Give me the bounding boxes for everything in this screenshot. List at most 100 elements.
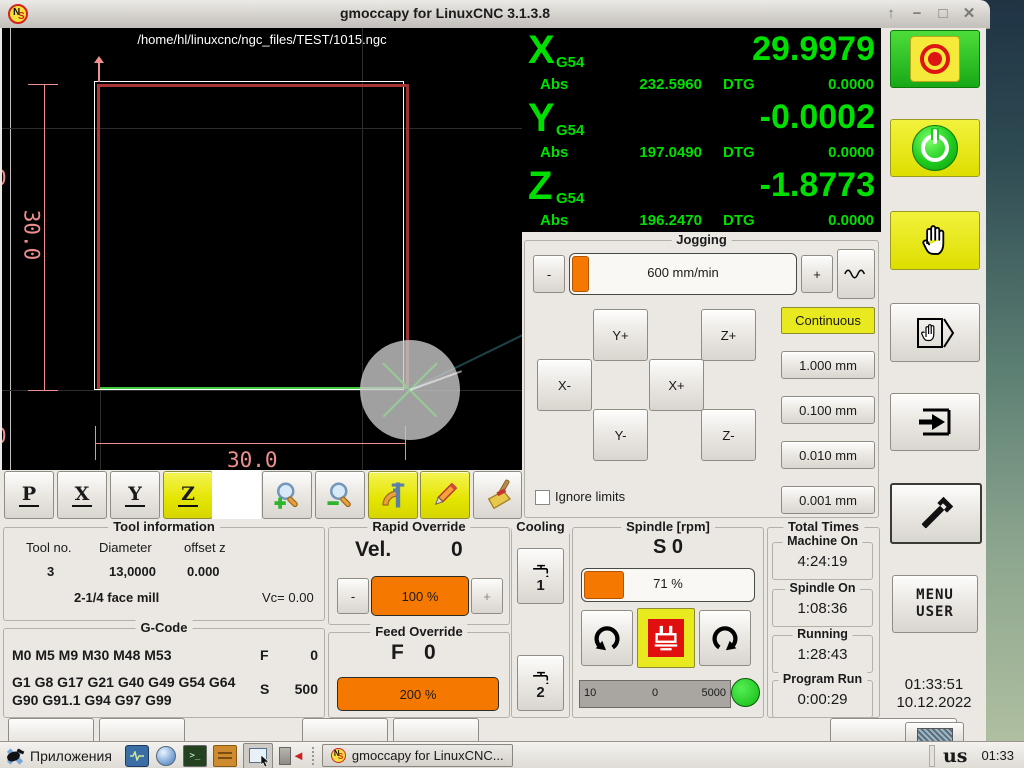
desktop-pager-icon[interactable] (242, 742, 273, 768)
task-app-icon: N S (330, 748, 346, 763)
running-value: 1:28:43 (797, 646, 848, 663)
minus-label: - (546, 266, 552, 282)
view-y-button[interactable]: Y (110, 471, 160, 519)
jog-y-minus-button[interactable]: Y- (593, 409, 648, 461)
view-z-button[interactable]: Z (163, 471, 213, 519)
logout-icon[interactable]: ◄ (278, 746, 305, 766)
rapid-percent: 100 % (401, 588, 439, 604)
mdi-icon (917, 317, 955, 348)
gcode-preview-canvas[interactable]: /home/hl/linuxcnc/ngc_files/TEST/1015.ng… (2, 28, 522, 470)
s-label: S (260, 681, 270, 697)
dimensions-button[interactable] (368, 471, 418, 519)
total-times-frame: Total Times Machine On 4:24:19 Spindle O… (767, 519, 880, 718)
jog-x-plus-button[interactable]: X+ (649, 359, 704, 411)
spindle-override-slider[interactable]: 71 % (581, 568, 755, 602)
faucet-icon (532, 564, 549, 577)
spindle-title: Spindle [rpm] (621, 519, 715, 534)
system-monitor-icon[interactable] (124, 744, 149, 767)
turbo-jog-button[interactable] (837, 249, 875, 299)
jog-z-minus-button[interactable]: Z- (701, 409, 756, 461)
dim-tick-left (95, 426, 96, 460)
dro-x-system: G54 (556, 54, 585, 71)
spindle-ccw-icon (594, 626, 620, 651)
maximize-button[interactable]: □ (932, 4, 954, 24)
dro-y-dtg-value: 0.0000 (828, 144, 874, 161)
ignore-limits-checkbox[interactable] (535, 490, 550, 505)
tool-info-title: Tool information (108, 519, 220, 534)
spindle-at-speed-led (731, 678, 760, 707)
dro-z-dtg-label: DTG (723, 212, 755, 229)
spindle-s-value: S 0 (652, 536, 684, 558)
taskbar-separator (311, 746, 318, 765)
feed-override-bar[interactable]: 200 % (337, 677, 499, 711)
ignore-limits-label: Ignore limits (555, 489, 626, 504)
machine-on-button[interactable] (890, 119, 980, 177)
jog-speed-plus-button[interactable]: + (801, 255, 833, 293)
flood-label: 2 (536, 683, 545, 701)
jog-x-plus-label: X+ (668, 377, 685, 393)
dro-row-x[interactable]: X G54 29.9979 Abs 232.5960 DTG 0.0000 (522, 28, 881, 96)
dro-x-abs-label: Abs (540, 76, 569, 93)
mdi-mode-button[interactable] (890, 303, 980, 362)
increment-1mm-button[interactable]: 1.000 mm (781, 351, 875, 379)
manual-mode-button[interactable] (890, 211, 980, 270)
zoom-in-button[interactable] (262, 471, 312, 519)
jog-x-minus-button[interactable]: X- (537, 359, 592, 411)
zoom-out-button[interactable] (315, 471, 365, 519)
auto-mode-button[interactable] (890, 393, 980, 451)
shade-button[interactable]: ↑ (880, 4, 902, 24)
spindle-ccw-button[interactable] (581, 610, 633, 666)
offset-z-header: offset z (184, 540, 226, 555)
keyboard-layout-indicator[interactable]: us (928, 744, 967, 767)
clipped-zero-bottom: 0 (2, 424, 7, 448)
increment-01mm-button[interactable]: 0.100 mm (781, 396, 875, 424)
increment-001mm-button[interactable]: 0.010 mm (781, 441, 875, 469)
machine-on-frame: Machine On 4:24:19 (772, 534, 873, 580)
user-menu-button[interactable]: MENU USER (892, 575, 978, 633)
dro-x-dtg-value: 0.0000 (828, 76, 874, 93)
increment-0001mm-button[interactable]: 0.001 mm (781, 486, 875, 514)
view-y-label: Y (125, 483, 145, 507)
dim-tick-bottom (28, 390, 58, 391)
file-manager-icon[interactable] (212, 744, 237, 767)
increment-continuous-button[interactable]: Continuous (781, 307, 875, 334)
window-titlebar[interactable]: N S gmoccapy for LinuxCNC 3.1.3.8 ↑ − □ … (0, 0, 990, 29)
menu-label-line1: MENU (916, 587, 954, 603)
clear-plot-button[interactable] (473, 471, 522, 519)
dro-row-z[interactable]: Z G54 -1.8773 Abs 196.2470 DTG 0.0000 (522, 164, 881, 232)
pencil-icon (434, 482, 458, 506)
settings-button[interactable] (890, 483, 982, 544)
terminal-icon[interactable]: >_ (182, 744, 207, 767)
spindle-cw-icon (712, 626, 738, 651)
dro-row-y[interactable]: Y G54 -0.0002 Abs 197.0490 DTG 0.0000 (522, 96, 881, 164)
taskbar-clock: 01:33 (981, 748, 1014, 763)
view-p-button[interactable]: P (4, 471, 54, 519)
dro-y-dtg-label: DTG (723, 144, 755, 161)
jog-z-plus-button[interactable]: Z+ (701, 309, 756, 361)
rapid-plus-button[interactable]: + (471, 578, 503, 614)
draw-path-button[interactable] (420, 471, 470, 519)
close-button[interactable]: ✕ (958, 4, 980, 24)
mist-button[interactable]: 1 (517, 548, 564, 604)
applications-menu-icon[interactable] (3, 746, 27, 766)
applications-menu-label[interactable]: Приложения (30, 748, 112, 764)
jog-y-minus-label: Y- (614, 427, 627, 443)
jog-z-minus-label: Z- (722, 427, 735, 443)
rapid-override-bar[interactable]: 100 % (371, 576, 469, 616)
dro-z-abs-value: 196.2470 (639, 212, 702, 229)
jog-speed-minus-button[interactable]: - (533, 255, 565, 293)
flood-button[interactable]: 2 (517, 655, 564, 711)
taskbar-task-button[interactable]: N S gmoccapy for LinuxCNC... (321, 744, 513, 767)
spindle-cw-button[interactable] (699, 610, 751, 666)
jog-y-plus-button[interactable]: Y+ (593, 309, 648, 361)
minimize-button[interactable]: − (906, 4, 928, 24)
spindle-stop-button[interactable] (637, 608, 695, 668)
jog-speed-slider[interactable]: 600 mm/min (569, 253, 797, 295)
rapid-override-title: Rapid Override (367, 519, 471, 534)
rapid-minus-label: - (350, 588, 356, 604)
rapid-minus-button[interactable]: - (337, 578, 369, 614)
view-x-button[interactable]: X (57, 471, 107, 519)
estop-button[interactable] (890, 30, 980, 88)
dro-x-value: 29.9979 (752, 30, 875, 68)
web-browser-icon[interactable] (155, 745, 177, 766)
